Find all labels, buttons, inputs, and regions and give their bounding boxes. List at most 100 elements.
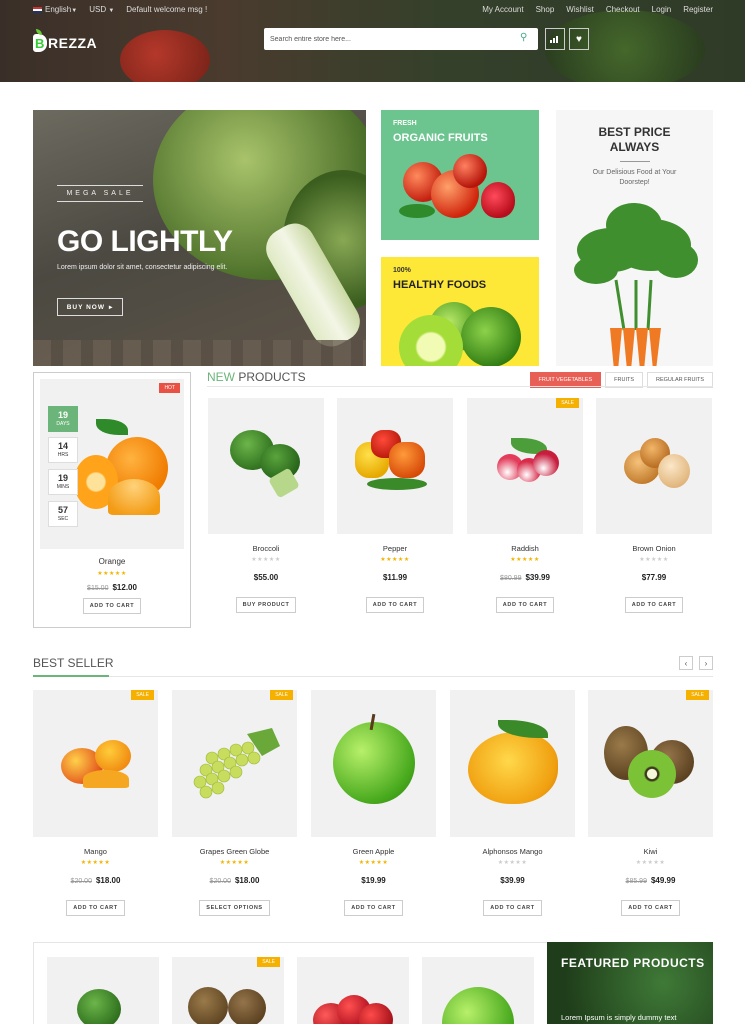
hero-eyebrow: MEGA SALE xyxy=(57,185,143,202)
link-register[interactable]: Register xyxy=(683,5,713,14)
currency-selector[interactable]: USD ▼ xyxy=(89,5,114,14)
old-price: $80.99 xyxy=(500,575,522,582)
link-login[interactable]: Login xyxy=(652,5,672,14)
product-image-alphonsos-mango[interactable] xyxy=(450,690,575,837)
add-to-cart-button[interactable]: ADD TO CART xyxy=(621,900,680,916)
peach-image xyxy=(453,154,487,188)
link-shop[interactable]: Shop xyxy=(536,5,555,14)
hero-text: Lorem ipsum dolor sit amet, consectetur … xyxy=(57,264,228,271)
product-name[interactable]: Grapes Green Globe xyxy=(172,847,297,856)
deal-of-the-day-card: HOT 19 DAYS 14 HRS 19 MINS 57 SEC Orange ★★★… xyxy=(33,372,191,628)
product-card: Broccoli ★★★★★ $55.00 BUY PRODUCT xyxy=(208,398,324,613)
caret-down-icon: ▼ xyxy=(71,8,78,14)
best-price-banner[interactable]: BEST PRICE ALWAYS Our Delisious Food at … xyxy=(556,110,713,366)
select-options-button[interactable]: SELECT OPTIONS xyxy=(199,900,270,916)
old-price: $20.00 xyxy=(70,878,92,885)
product-image-green-apple[interactable] xyxy=(422,957,534,1024)
chevron-right-icon[interactable]: › xyxy=(699,656,713,670)
green-apple-image xyxy=(442,987,514,1024)
product-image-kiwi[interactable]: SALE xyxy=(588,690,713,837)
product-image-broccoli[interactable] xyxy=(47,957,159,1024)
add-to-cart-button[interactable]: ADD TO CART xyxy=(624,597,684,613)
product-name[interactable]: Raddish xyxy=(467,544,583,553)
add-to-cart-button[interactable]: ADD TO CART xyxy=(344,900,403,916)
healthy-foods-banner[interactable]: 100% HEALTHY FOODS xyxy=(381,257,539,366)
compare-icon[interactable] xyxy=(545,28,565,50)
chevron-left-icon[interactable]: ‹ xyxy=(679,656,693,670)
link-checkout[interactable]: Checkout xyxy=(606,5,640,14)
price: $77.99 xyxy=(641,573,667,582)
add-to-cart-button[interactable]: ADD TO CART xyxy=(66,900,125,916)
wishlist-heart-icon[interactable]: ♥ xyxy=(569,28,589,50)
star-rating: ★★★★★ xyxy=(358,860,389,866)
mango-slice-image xyxy=(83,770,129,788)
banner-text: Our Delisious Food at Your Doorstep! xyxy=(592,169,677,186)
carrots-image xyxy=(574,203,698,366)
product-image-grapes[interactable]: SALE xyxy=(172,690,297,837)
deal-product-info: Orange ★★★★★ $15.00 $12.00 ADD TO CART xyxy=(34,557,190,614)
product-name[interactable]: Mango xyxy=(33,847,158,856)
product-name[interactable]: Pepper xyxy=(337,544,453,553)
star-rating: ★★★★★ xyxy=(380,557,410,563)
add-to-cart-button[interactable]: ADD TO CART xyxy=(365,597,425,613)
banner-title: HEALTHY FOODS xyxy=(393,279,487,291)
radish-image xyxy=(533,450,559,476)
grapes-image xyxy=(193,728,280,799)
product-image-broccoli[interactable] xyxy=(208,398,324,534)
divider xyxy=(619,161,650,162)
add-to-cart-button[interactable]: ADD TO CART xyxy=(495,597,555,613)
product-name[interactable]: Alphonsos Mango xyxy=(450,847,575,856)
mango-image xyxy=(95,740,131,772)
add-to-cart-button[interactable]: ADD TO CART xyxy=(82,598,142,614)
product-image-brown-onion[interactable] xyxy=(596,398,712,534)
product-name[interactable]: Brown Onion xyxy=(596,544,712,553)
product-card: SALE Grapes Green Globe ★★★★★ $20.00 $18.… xyxy=(172,690,297,916)
product-image-raddish[interactable]: SALE xyxy=(467,398,583,534)
old-price: $85.99 xyxy=(625,878,647,885)
product-name[interactable]: Green Apple xyxy=(311,847,436,856)
buy-now-button[interactable]: BUY NOW ▸ xyxy=(57,298,123,316)
caret-down-icon: ▼ xyxy=(108,8,115,14)
site-logo[interactable]: B REZZA xyxy=(33,29,97,52)
add-to-cart-button[interactable]: ADD TO CART xyxy=(483,900,542,916)
title-underline xyxy=(33,675,109,677)
featured-text: Lorem Ipsum is simply dummy text xyxy=(561,1013,677,1022)
product-image-green-apple[interactable] xyxy=(311,690,436,837)
orange-slice-image xyxy=(108,479,160,515)
wood-background xyxy=(33,340,366,366)
leaf-image xyxy=(96,419,128,435)
product-name[interactable]: Kiwi xyxy=(588,847,713,856)
search-input[interactable] xyxy=(264,28,504,51)
organic-fruits-banner[interactable]: FRESH ORGANIC FRUITS xyxy=(381,110,539,240)
star-rating: ★★★★★ xyxy=(80,860,111,866)
product-name[interactable]: Broccoli xyxy=(208,544,324,553)
banner-eyebrow: FRESH xyxy=(393,120,417,127)
featured-products-banner[interactable]: FEATURED PRODUCTS Lorem Ipsum is simply … xyxy=(547,942,713,1024)
price: $19.99 xyxy=(361,876,386,885)
sale-badge: SALE xyxy=(686,690,709,700)
sale-badge: SALE xyxy=(270,690,293,700)
product-image-pepper[interactable] xyxy=(337,398,453,534)
product-card: Brown Onion ★★★★★ $77.99 ADD TO CART xyxy=(596,398,712,613)
sale-badge: SALE xyxy=(257,957,280,967)
product-name[interactable]: Orange xyxy=(34,557,190,566)
play-icon: ▸ xyxy=(109,304,114,311)
link-wishlist[interactable]: Wishlist xyxy=(566,5,594,14)
price: $18.00 xyxy=(234,876,260,885)
product-image-red-apple[interactable] xyxy=(297,957,409,1024)
product-image-mango[interactable]: SALE xyxy=(33,690,158,837)
product-image-kiwi[interactable]: SALE xyxy=(172,957,284,1024)
star-rating: ★★★★★ xyxy=(510,557,540,563)
buy-product-button[interactable]: BUY PRODUCT xyxy=(235,597,297,613)
price: $12.00 xyxy=(112,583,137,592)
kiwi-image xyxy=(228,989,266,1024)
site-header: English▼ USD ▼ Default welcome msg ! My … xyxy=(0,0,745,82)
link-my-account[interactable]: My Account xyxy=(482,5,523,14)
countdown-seconds: 57 SEC xyxy=(48,501,78,527)
search-icon[interactable]: ⚲ xyxy=(520,33,530,43)
language-selector[interactable]: English▼ xyxy=(33,5,77,14)
new-products-title: NEW PRODUCTS xyxy=(207,370,306,384)
star-rating: ★★★★★ xyxy=(639,557,669,563)
hero-banner-main[interactable]: MEGA SALE GO LIGHTLY Lorem ipsum dolor s… xyxy=(33,110,366,366)
top-bar: English▼ USD ▼ Default welcome msg ! My … xyxy=(0,0,745,18)
